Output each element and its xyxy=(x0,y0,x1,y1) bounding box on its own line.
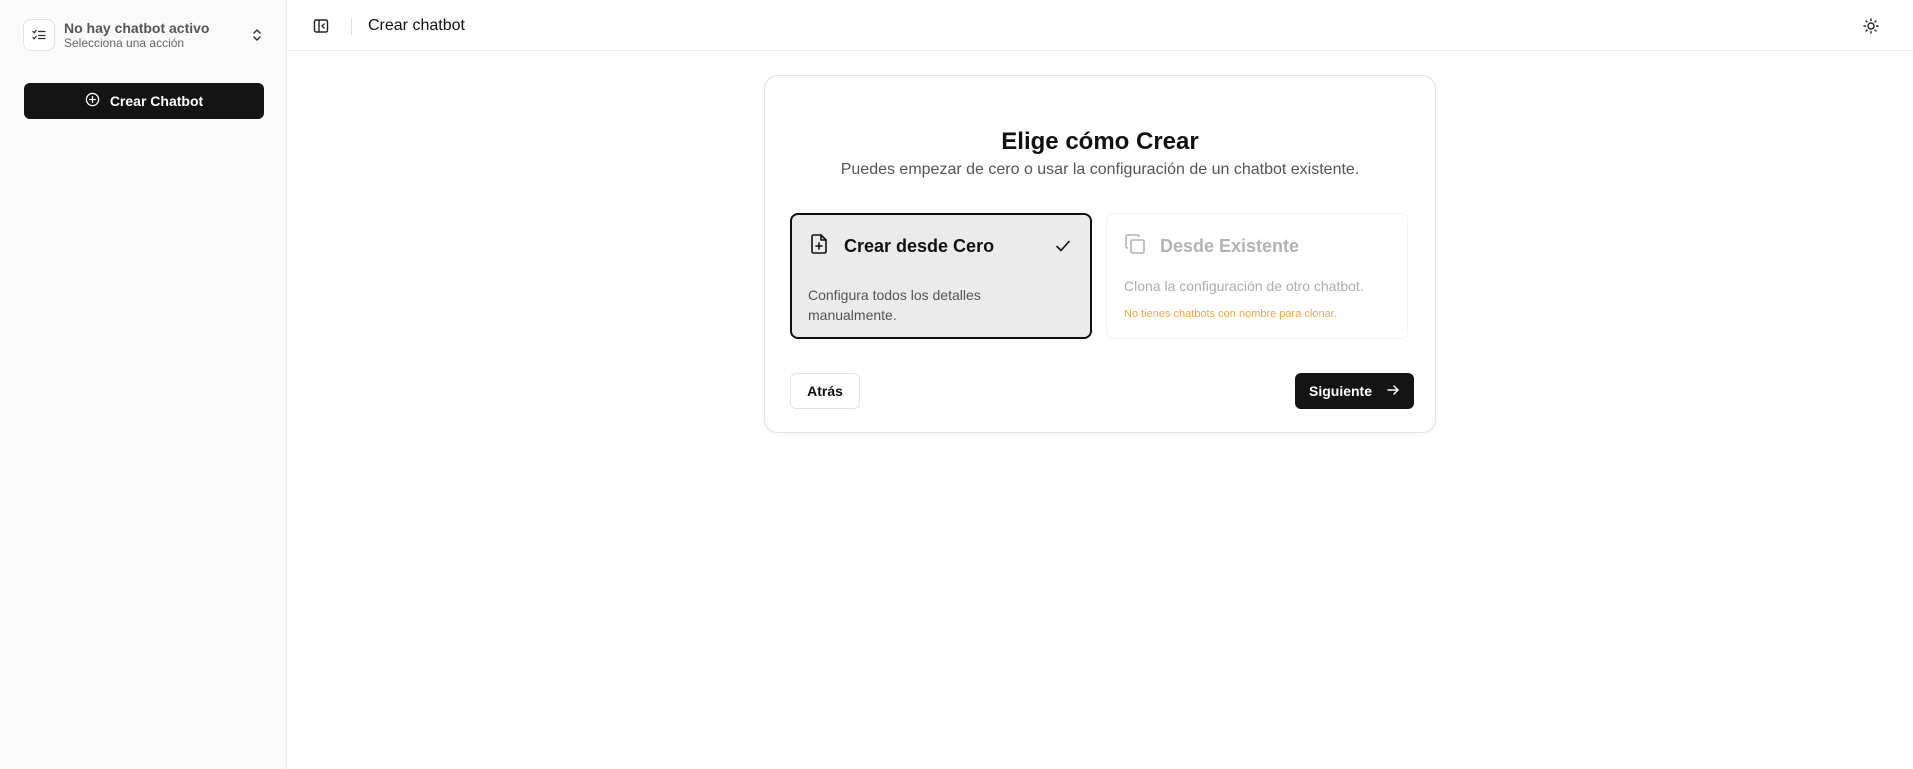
file-plus-icon xyxy=(808,233,830,255)
topbar-divider xyxy=(351,18,352,35)
main-content: Crear chatbot Elige cómo Crear Puedes em… xyxy=(287,0,1913,769)
sun-icon[interactable] xyxy=(1863,18,1879,34)
option-from-existing: Desde Existente Clona la configuración d… xyxy=(1106,213,1408,339)
plus-circle-icon xyxy=(85,92,100,110)
check-icon xyxy=(1054,237,1072,255)
create-chatbot-label: Crear Chatbot xyxy=(109,93,204,109)
back-button[interactable]: Atrás xyxy=(790,373,860,409)
topbar: Crear chatbot xyxy=(287,0,1913,51)
option-description: Clona la configuración de otro chatbot. xyxy=(1124,278,1364,294)
copy-icon xyxy=(1124,233,1146,255)
option-title: Desde Existente xyxy=(1160,236,1300,256)
option-warning: No tienes chatbots con nombre para clona… xyxy=(1124,308,1337,320)
card-subtitle: Puedes empezar de cero o usar la configu… xyxy=(840,161,1360,178)
card-title: Elige cómo Crear xyxy=(1001,128,1199,155)
option-title: Crear desde Cero xyxy=(844,236,995,256)
create-method-card: Elige cómo Crear Puedes empezar de cero … xyxy=(764,75,1436,433)
option-description: Configura todos los detalles manualmente… xyxy=(808,287,981,323)
switcher-title: No hay chatbot activo xyxy=(64,19,210,36)
next-label: Siguiente xyxy=(1308,383,1372,399)
next-button[interactable]: Siguiente xyxy=(1295,373,1414,409)
switcher-text: No hay chatbot activo Selecciona una acc… xyxy=(64,20,249,51)
list-check-icon xyxy=(23,19,55,51)
page-title: Crear chatbot xyxy=(368,17,465,34)
sidebar-toggle-icon[interactable] xyxy=(313,18,329,34)
switcher-subtitle: Selecciona una acción xyxy=(64,35,185,50)
chatbot-switcher[interactable]: No hay chatbot activo Selecciona una acc… xyxy=(23,17,265,53)
create-chatbot-button[interactable]: Crear Chatbot xyxy=(24,83,264,119)
app: No hay chatbot activo Selecciona una acc… xyxy=(0,0,1913,769)
option-from-scratch[interactable]: Crear desde Cero Configura todos los det… xyxy=(790,213,1092,339)
chevrons-up-down-icon xyxy=(249,25,265,45)
arrow-right-icon xyxy=(1386,383,1400,400)
sidebar: No hay chatbot activo Selecciona una acc… xyxy=(0,0,287,769)
